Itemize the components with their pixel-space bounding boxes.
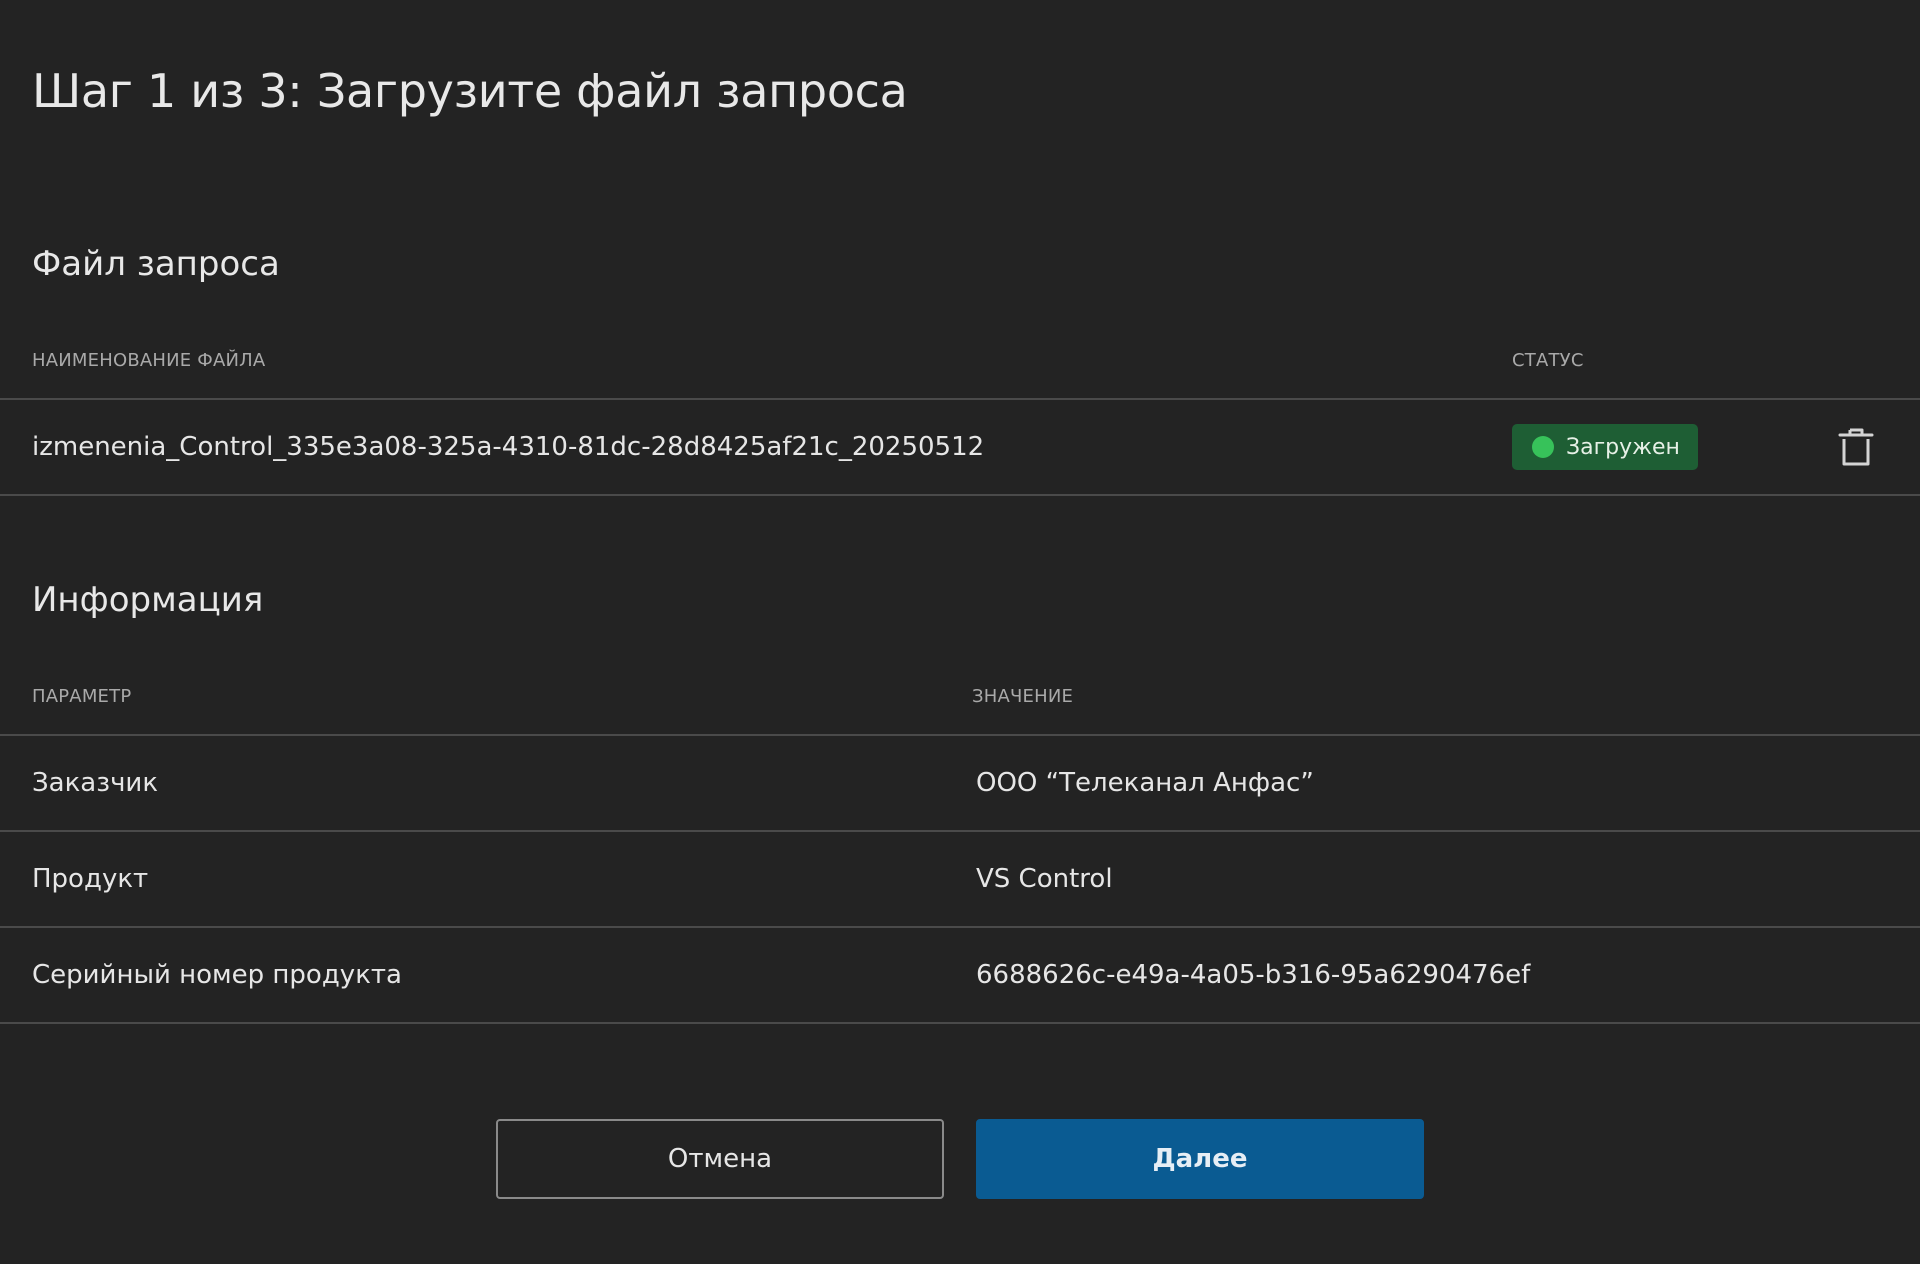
parameter-value: ООО “Телеканал Анфас” [976, 768, 1314, 798]
parameter-value: VS Control [976, 864, 1113, 894]
info-row-product: Продукт VS Control [0, 830, 1920, 926]
upload-step-page: Шаг 1 из 3: Загрузите файл запроса Файл … [0, 0, 1920, 1264]
status-column-header: СТАТУС [1512, 350, 1584, 371]
file-name: izmenenia_Control_335e3a08-325a-4310-81d… [32, 432, 985, 462]
parameter-column-header: ПАРАМЕТР [32, 686, 132, 707]
status-label: Загружен [1566, 434, 1680, 460]
parameter-label: Продукт [32, 864, 149, 894]
parameter-value: 6688626c-e49a-4a05-b316-95a6290476ef [976, 960, 1531, 990]
file-row: izmenenia_Control_335e3a08-325a-4310-81d… [0, 398, 1920, 496]
page-title: Шаг 1 из 3: Загрузите файл запроса [32, 64, 908, 118]
status-dot-icon [1532, 436, 1554, 458]
value-column-header: ЗНАЧЕНИЕ [972, 686, 1074, 707]
trash-icon [1838, 428, 1874, 466]
info-row-customer: Заказчик ООО “Телеканал Анфас” [0, 734, 1920, 830]
info-section-title: Информация [32, 580, 264, 620]
next-button[interactable]: Далее [976, 1119, 1424, 1199]
delete-file-button[interactable] [1836, 426, 1876, 468]
file-name-column-header: НАИМЕНОВАНИЕ ФАЙЛА [32, 350, 266, 371]
status-badge: Загружен [1512, 424, 1698, 470]
cancel-button[interactable]: Отмена [496, 1119, 944, 1199]
file-section-title: Файл запроса [32, 244, 280, 284]
info-row-serial-number: Серийный номер продукта 6688626c-e49a-4a… [0, 926, 1920, 1024]
parameter-label: Серийный номер продукта [32, 960, 402, 990]
parameter-label: Заказчик [32, 768, 159, 798]
